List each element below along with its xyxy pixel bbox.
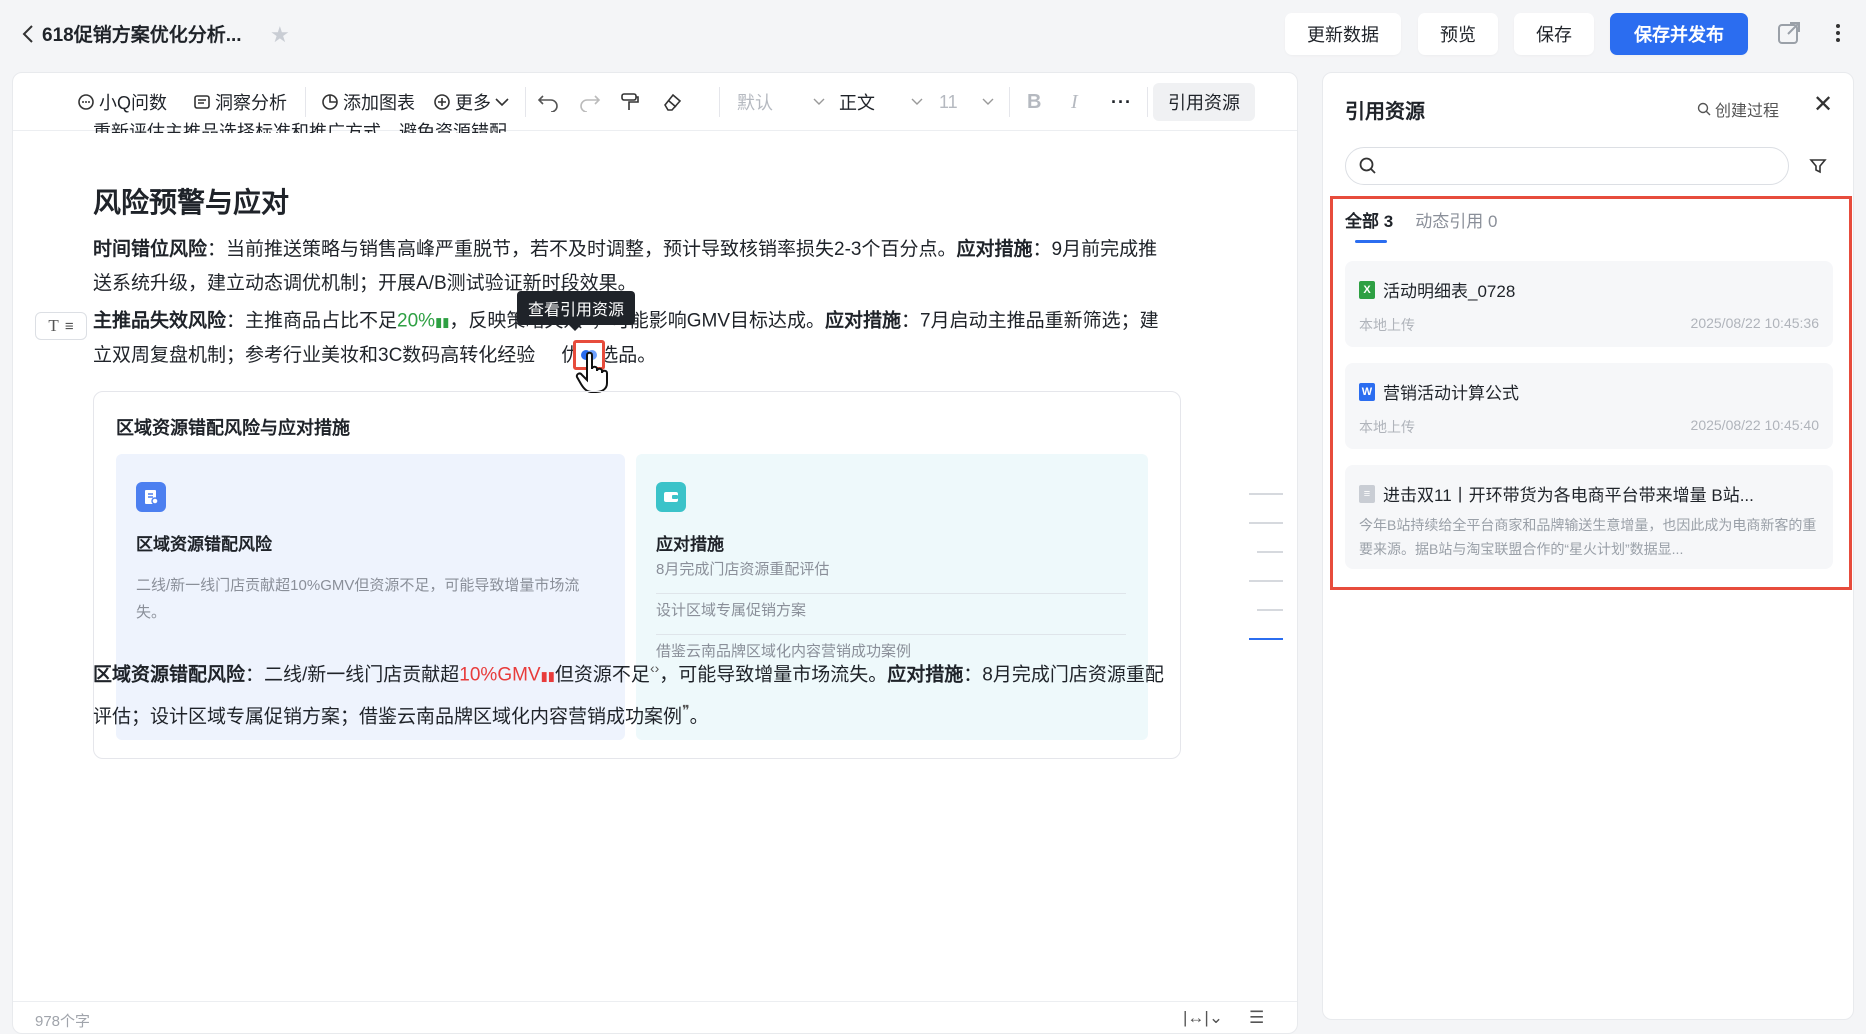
metric-value: 10%GMV: [459, 664, 541, 686]
close-icon[interactable]: ✕: [1813, 93, 1833, 117]
more-options-icon[interactable]: [1830, 18, 1846, 48]
outline-icon[interactable]: ☰: [1249, 1008, 1264, 1028]
card-title: 区域资源错配风险与应对措施: [116, 418, 350, 438]
font-select-value: 默认: [737, 93, 773, 113]
word-count: 978个字: [35, 1013, 91, 1030]
metric-value: 20%: [397, 310, 436, 332]
chevron-down-icon: [982, 98, 994, 105]
font-size-select[interactable]: 11: [939, 88, 998, 116]
search-input[interactable]: [1345, 147, 1789, 185]
highlight-box: [1330, 196, 1852, 590]
star-icon[interactable]: ★: [270, 22, 290, 48]
citation-icon[interactable]: ‹›: [650, 660, 659, 676]
save-publish-button[interactable]: 保存并发布: [1610, 13, 1748, 55]
measures-heading: 应对措施: [656, 535, 724, 554]
share-icon[interactable]: [1776, 20, 1802, 46]
block-handle[interactable]: T ≡: [35, 312, 87, 340]
bold-button[interactable]: B: [1027, 88, 1041, 116]
risk-description: 二线/新一线门店贡献超10%GMV但资源不足，可能导致增量市场流失。: [136, 577, 580, 621]
chat-icon: [78, 94, 94, 110]
chevron-down-icon: [911, 98, 923, 105]
update-data-button[interactable]: 更新数据: [1285, 13, 1401, 55]
search-icon: [1359, 157, 1376, 174]
panel-title: 引用资源: [1345, 101, 1425, 123]
measure-item: 8月完成门店资源重配评估: [656, 558, 1126, 594]
more-button[interactable]: 更多: [433, 88, 513, 116]
style-select[interactable]: 正文: [839, 88, 927, 116]
editor-footer: 978个字 |↔|⌄ ☰: [13, 1001, 1297, 1033]
preview-button[interactable]: 预览: [1418, 13, 1498, 55]
font-size-value: 11: [939, 91, 958, 112]
text-type-icon: T: [48, 316, 59, 335]
format-painter-icon[interactable]: [619, 88, 645, 116]
font-select[interactable]: 默认: [737, 88, 829, 116]
width-toggle-icon[interactable]: |↔|⌄: [1183, 1008, 1223, 1028]
eraser-icon[interactable]: [661, 88, 687, 116]
more-label: 更多: [455, 93, 491, 113]
ask-q-label: 小Q问数: [99, 93, 168, 113]
plus-circle-icon: [434, 94, 450, 110]
redo-icon[interactable]: [579, 88, 605, 116]
create-process-button[interactable]: 创建过程: [1697, 97, 1779, 121]
document-title[interactable]: 618促销方案优化分析...: [42, 20, 242, 47]
editor-panel: 小Q问数 洞察分析 添加图表 更多 默认 正文 11 B I ··· 引用资源 …: [12, 72, 1298, 1034]
ask-q-button[interactable]: 小Q问数: [77, 88, 167, 116]
measure-item: 设计区域专属促销方案: [656, 599, 1126, 635]
menu-icon: ≡: [64, 317, 74, 335]
style-select-value: 正文: [839, 93, 875, 113]
quote-icon[interactable]: ❞: [682, 702, 690, 718]
wallet-icon: [656, 482, 686, 512]
chevron-down-icon: [495, 98, 509, 107]
back-icon[interactable]: [18, 22, 38, 46]
view-ref-tooltip: 查看引用资源: [517, 291, 635, 331]
paragraph-region-risk: 区域资源错配风险：二线/新一线门店贡献超10%GMV▮▮但资源不足‹›，可能导致…: [93, 660, 1164, 728]
more-format-button[interactable]: ···: [1111, 88, 1132, 116]
ref-resources-button[interactable]: 引用资源: [1153, 83, 1255, 121]
risk-heading: 区域资源错配风险: [136, 535, 272, 554]
document-icon: [136, 482, 166, 512]
filter-icon[interactable]: [1809, 157, 1827, 175]
italic-button[interactable]: I: [1071, 88, 1078, 116]
chevron-down-icon: [813, 98, 825, 105]
undo-icon[interactable]: [537, 88, 563, 116]
top-bar: 618促销方案优化分析... ★ 更新数据 预览 保存 保存并发布: [0, 0, 1866, 70]
clipped-text-line: 重新评估主推品选择标准和推广方式，避免资源错配。: [93, 122, 525, 133]
section-heading: 风险预警与应对: [93, 187, 290, 218]
pie-chart-icon: [322, 94, 338, 110]
insight-button[interactable]: 洞察分析: [193, 88, 287, 116]
create-process-label: 创建过程: [1715, 103, 1780, 120]
save-button[interactable]: 保存: [1514, 13, 1594, 55]
add-chart-label: 添加图表: [343, 93, 415, 113]
hand-cursor-icon: [575, 351, 611, 393]
process-icon: [1697, 102, 1711, 116]
outline-minimap[interactable]: [1249, 493, 1283, 667]
insight-icon: [194, 95, 210, 109]
insight-label: 洞察分析: [215, 93, 287, 113]
add-chart-button[interactable]: 添加图表: [321, 88, 415, 116]
